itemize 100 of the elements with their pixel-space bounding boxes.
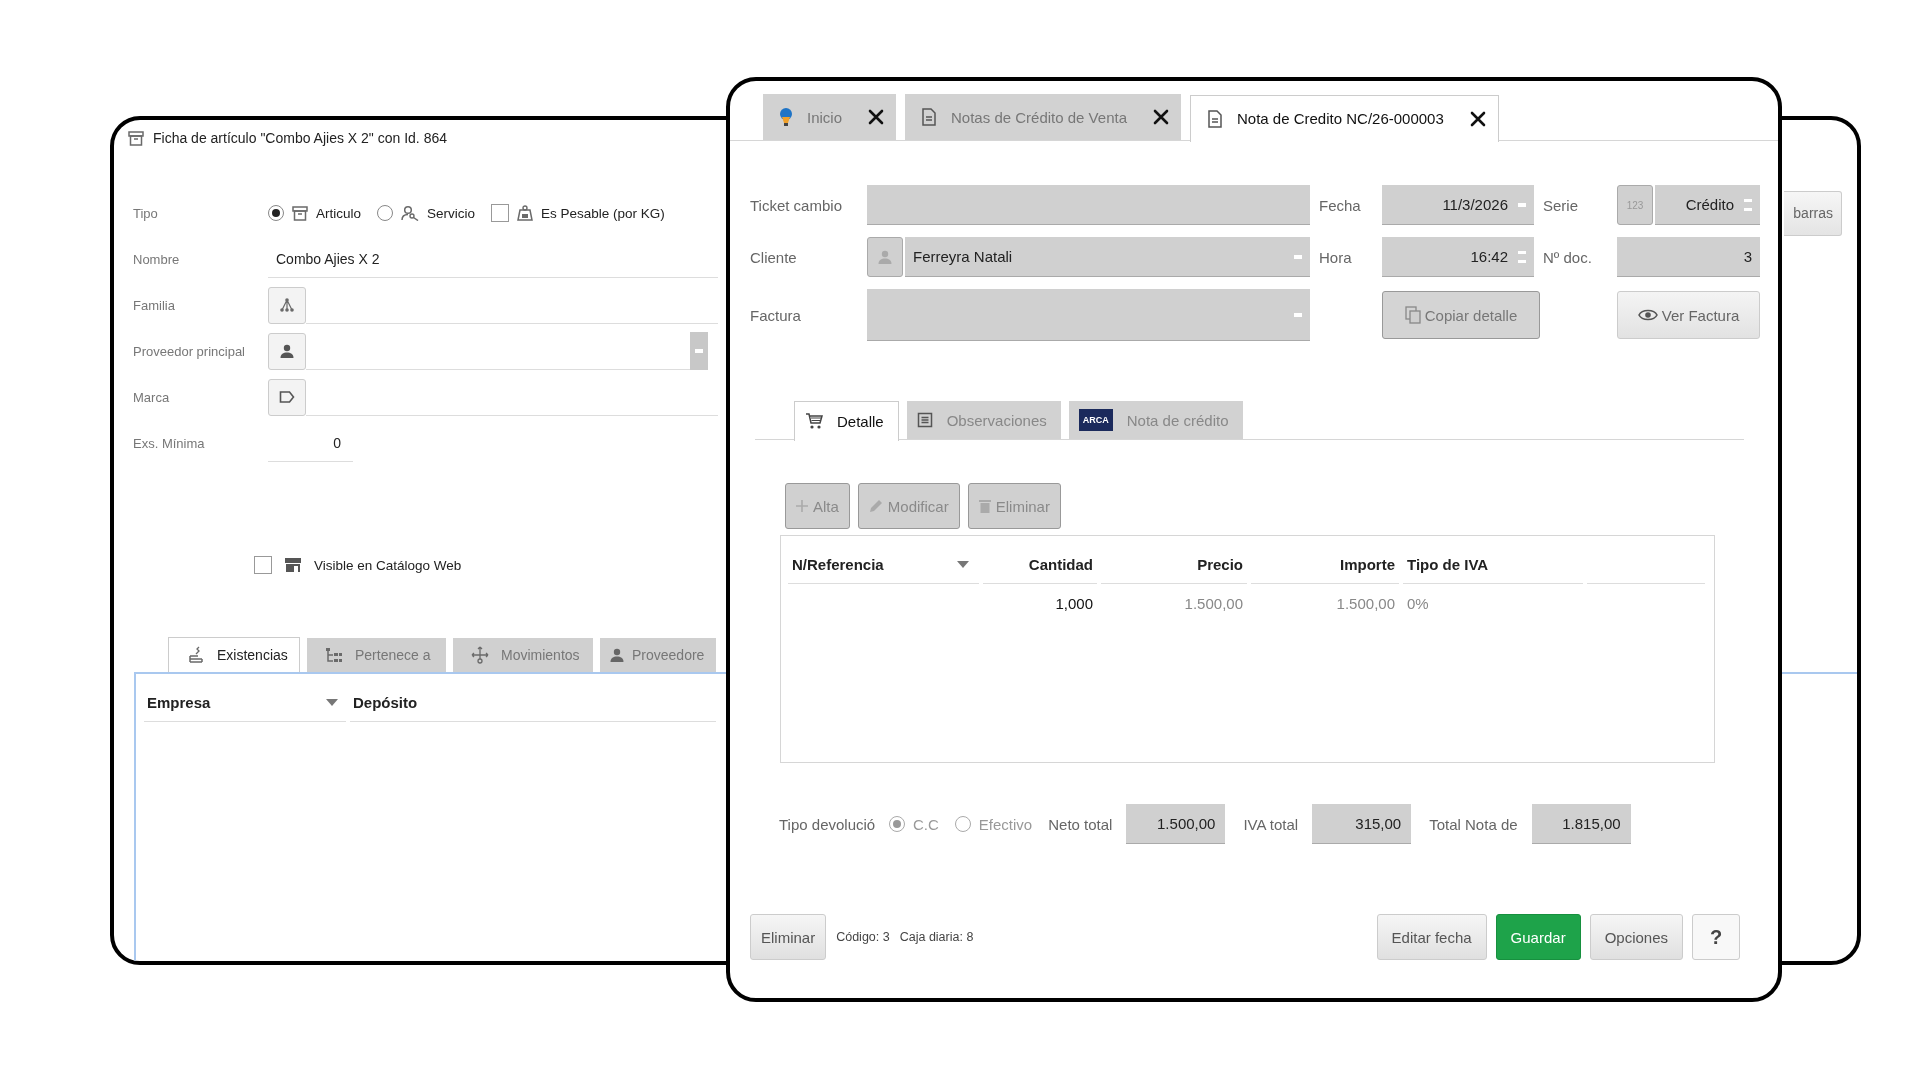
close-icon — [1153, 109, 1169, 125]
copy-icon — [1404, 306, 1421, 324]
table-cell-text: 1,000 — [1054, 593, 1094, 614]
column-header[interactable]: Precio — [1101, 546, 1247, 584]
column-header[interactable]: N/Referencia — [788, 546, 979, 584]
date-field[interactable]: 11/3/2026 — [1382, 185, 1534, 225]
time-field[interactable]: 16:42 — [1382, 237, 1534, 277]
field-label: Nº doc. — [1543, 248, 1593, 266]
field-label: Tipo — [133, 205, 159, 221]
action-button[interactable]: Opciones — [1589, 914, 1683, 960]
field-label: Serie — [1543, 196, 1580, 214]
archive-box-icon — [292, 205, 308, 221]
field-label: Familia — [133, 297, 176, 313]
sort-icon — [326, 699, 338, 706]
total-field: 1.815,00 — [1531, 804, 1631, 844]
family-button[interactable] — [268, 286, 306, 324]
move-arrows-icon — [471, 646, 489, 664]
name-field[interactable]: Combo Ajies X 2 — [268, 240, 718, 278]
storefront-icon — [284, 557, 302, 573]
table-cell-text: 1.500,00 — [1335, 593, 1396, 614]
field-label: Marca — [133, 389, 171, 405]
min-stock-field[interactable]: 0 — [268, 424, 353, 462]
column-header[interactable]: Tipo de IVA — [1403, 546, 1583, 584]
field-label: Factura — [750, 306, 802, 324]
radio-button[interactable] — [377, 205, 393, 221]
ticket-field[interactable] — [867, 185, 1310, 225]
radio-button[interactable] — [268, 205, 284, 221]
hierarchy-icon — [279, 297, 295, 313]
supplier-field[interactable] — [306, 332, 708, 370]
brand-button[interactable] — [268, 378, 306, 416]
plus-icon — [796, 500, 808, 512]
client-button[interactable] — [867, 237, 903, 277]
invoice-field[interactable] — [867, 289, 1310, 341]
field-label: Total Nota de — [1429, 815, 1518, 833]
pencil-icon — [868, 499, 883, 513]
field-label: Proveedor principal — [133, 343, 246, 359]
spinner-icon — [1518, 249, 1526, 264]
weight-icon — [517, 205, 534, 221]
field-label: Neto total — [1048, 815, 1113, 833]
table-cell-text: 1.500,00 — [1183, 593, 1244, 614]
person-icon — [610, 648, 624, 662]
radio-label: C.C — [913, 815, 939, 833]
doc-number-field[interactable]: 3 — [1617, 237, 1760, 277]
column-header[interactable]: Importe — [1251, 546, 1399, 584]
dropdown-icon — [1294, 254, 1302, 259]
field-label: Nombre — [133, 251, 181, 267]
tree-icon — [325, 647, 343, 663]
checkbox[interactable] — [491, 204, 510, 222]
checkbox-label: Visible en Catálogo Web — [314, 557, 462, 573]
barcode-button[interactable]: barras — [1784, 190, 1842, 236]
tag-icon — [279, 390, 295, 404]
eye-icon — [1637, 308, 1658, 322]
action-button[interactable]: Editar fecha — [1376, 914, 1487, 960]
table-cell-text: 0% — [1406, 593, 1430, 614]
person-icon — [280, 344, 294, 358]
close-icon — [1469, 110, 1486, 127]
field-label: Tipo devolució — [779, 815, 877, 833]
field-label: Ticket cambio — [750, 196, 843, 214]
person-icon — [878, 250, 892, 264]
close-icon — [868, 109, 885, 125]
column-header[interactable]: Empresa — [144, 684, 346, 722]
field-label: Cliente — [750, 248, 798, 266]
trash-icon — [978, 499, 991, 513]
cart-icon — [805, 412, 823, 430]
checkbox[interactable] — [254, 556, 272, 574]
delete-button[interactable]: Eliminar — [750, 914, 827, 960]
column-header[interactable]: Depósito — [350, 684, 716, 722]
archive-box-icon — [128, 130, 144, 146]
client-field[interactable]: Ferreyra Natali — [905, 237, 1310, 277]
radio-label: Efectivo — [978, 815, 1033, 833]
series-field[interactable]: Crédito — [1655, 185, 1760, 225]
tab[interactable]: Detalle — [794, 400, 899, 441]
logo-icon: ARCA — [1078, 409, 1113, 431]
info-text: Código: 3 — [836, 930, 890, 944]
help-button[interactable]: ? — [1692, 914, 1740, 960]
field-label: Hora — [1319, 248, 1353, 266]
tab[interactable]: Nota de Credito NC/26-000003 — [1190, 94, 1499, 142]
dropdown-icon — [1518, 202, 1526, 207]
document-icon — [1207, 109, 1223, 128]
supplier-button[interactable] — [268, 332, 306, 370]
document-icon — [921, 108, 938, 126]
window-title: Ficha de artículo "Combo Ajies X 2" con Id. 864 — [153, 130, 447, 146]
tab[interactable]: Existencias — [168, 637, 300, 672]
stack-icon — [187, 646, 205, 664]
dropdown-icon — [1294, 312, 1302, 317]
field-label: Exs. Mínima — [133, 435, 206, 451]
info-text: Caja diaria: 8 — [899, 930, 974, 944]
option-label: Es Pesable (por KG) — [541, 205, 665, 221]
field-label: Fecha — [1319, 196, 1362, 214]
dropdown-icon — [695, 349, 703, 353]
spinner-icon — [1744, 197, 1752, 212]
column-header[interactable]: Cantidad — [983, 546, 1097, 584]
total-field: 315,00 — [1312, 804, 1412, 844]
field-label: IVA total — [1243, 815, 1299, 833]
option-label: Servicio — [427, 205, 476, 221]
person-key-icon — [401, 205, 419, 221]
lightbulb-icon — [779, 107, 793, 127]
view-invoice-button[interactable]: Ver Factura — [1617, 291, 1760, 339]
tab[interactable]: ARCA Nota de crédito — [1068, 401, 1243, 439]
list-icon — [916, 412, 933, 428]
